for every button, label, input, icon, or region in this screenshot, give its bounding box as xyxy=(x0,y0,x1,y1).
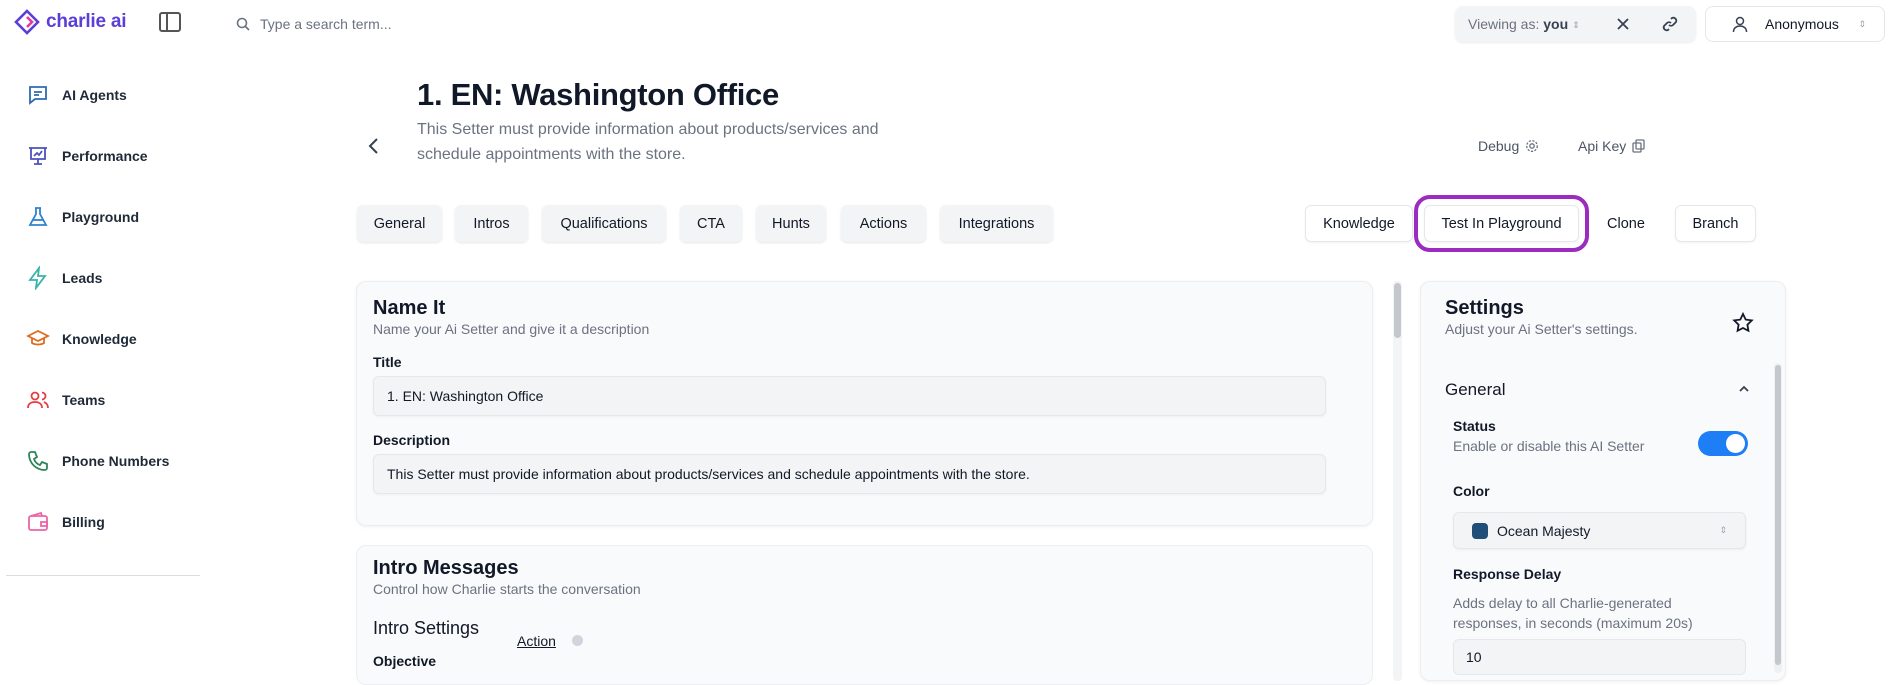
user-name: Anonymous xyxy=(1765,16,1839,32)
status-dot xyxy=(572,635,583,646)
sidebar-item-label: Phone Numbers xyxy=(62,452,170,469)
close-icon[interactable] xyxy=(1614,15,1632,33)
clone-button[interactable]: Clone xyxy=(1589,205,1663,242)
general-group-toggle[interactable]: General xyxy=(1445,380,1505,400)
charlie-logo-icon xyxy=(14,9,40,35)
sidebar-item-phone-numbers[interactable]: Phone Numbers xyxy=(0,430,200,491)
copy-icon xyxy=(1632,139,1645,153)
sidebar-item-label: Knowledge xyxy=(62,330,137,347)
viewing-as-selector[interactable]: Viewing as: you ⇕ xyxy=(1468,16,1580,32)
test-in-playground-button[interactable]: Test In Playground xyxy=(1414,195,1589,252)
sidebar-item-label: Teams xyxy=(62,391,106,408)
settings-heading: Settings xyxy=(1445,297,1524,319)
sidebar-item-teams[interactable]: Teams xyxy=(0,369,200,430)
description-label: Description xyxy=(373,432,451,448)
tab-general[interactable]: General xyxy=(357,205,442,242)
color-select-value: Ocean Majesty xyxy=(1497,522,1591,539)
chat-icon xyxy=(29,85,47,105)
sidebar-item-label: Playground xyxy=(62,208,140,225)
users-icon xyxy=(27,391,49,408)
link-icon[interactable] xyxy=(1661,15,1679,33)
phone-icon xyxy=(28,450,48,471)
response-delay-label: Response Delay xyxy=(1453,566,1562,582)
wallet-icon xyxy=(28,511,48,531)
flask-icon xyxy=(28,206,48,226)
main-scrollbar-track xyxy=(1393,281,1402,681)
chevron-up-down-icon: ⇕ xyxy=(1719,525,1727,535)
toggle-knob xyxy=(1726,434,1745,453)
tab-integrations[interactable]: Integrations xyxy=(940,205,1053,242)
chevron-up-down-icon: ⇕ xyxy=(1572,20,1580,31)
tab-qualifications[interactable]: Qualifications xyxy=(542,205,666,242)
status-description: Enable or disable this AI Setter xyxy=(1453,438,1645,454)
page-description: This Setter must provide information abo… xyxy=(417,121,879,163)
color-select[interactable]: Ocean Majesty ⇕ xyxy=(1453,512,1746,549)
sidebar-item-billing[interactable]: Billing xyxy=(0,491,200,552)
lightning-icon xyxy=(28,265,47,290)
name-it-subheading: Name your Ai Setter and give it a descri… xyxy=(373,321,650,337)
sidebar-item-label: AI Agents xyxy=(62,86,127,103)
objective-label: Objective xyxy=(373,653,437,669)
sidebar-divider xyxy=(6,575,200,576)
response-delay-input[interactable] xyxy=(1453,639,1746,675)
user-icon xyxy=(1732,16,1748,33)
brand-name: charlie ai xyxy=(46,11,127,32)
intro-settings-heading: Intro Settings xyxy=(373,618,480,638)
sidebar-toggle-icon[interactable] xyxy=(159,12,181,32)
search-input[interactable] xyxy=(260,16,680,32)
api-key-button[interactable]: Api Key xyxy=(1578,138,1645,154)
intro-messages-subheading: Control how Charlie starts the conversat… xyxy=(373,581,641,597)
sidebar-item-performance[interactable]: Performance xyxy=(0,125,200,186)
knowledge-button[interactable]: Knowledge xyxy=(1305,205,1413,242)
sidebar-nav: AI Agents Performance Playground Leads K… xyxy=(0,64,200,552)
brand-logo[interactable]: charlie ai xyxy=(14,9,127,35)
viewing-as-value: you xyxy=(1543,16,1569,32)
settings-scrollbar-thumb[interactable] xyxy=(1775,365,1781,665)
sidebar-item-label: Billing xyxy=(62,513,105,530)
search-bar xyxy=(236,10,736,38)
search-icon xyxy=(236,17,250,31)
intro-messages-heading: Intro Messages xyxy=(373,557,519,579)
graduation-cap-icon xyxy=(26,329,50,345)
tab-cta[interactable]: CTA xyxy=(680,205,742,242)
sidebar-item-leads[interactable]: Leads xyxy=(0,247,200,308)
name-it-heading: Name It xyxy=(373,297,446,319)
action-link[interactable]: Action xyxy=(517,633,556,649)
color-swatch xyxy=(1472,522,1488,539)
branch-button[interactable]: Branch xyxy=(1675,205,1756,242)
sidebar-item-knowledge[interactable]: Knowledge xyxy=(0,308,200,369)
sidebar-item-label: Leads xyxy=(62,269,103,286)
description-input[interactable] xyxy=(373,454,1326,494)
settings-subheading: Adjust your Ai Setter's settings. xyxy=(1445,321,1638,337)
sidebar-item-ai-agents[interactable]: AI Agents xyxy=(0,64,200,125)
chevron-up-icon[interactable] xyxy=(1737,382,1751,396)
presentation-chart-icon xyxy=(29,146,47,165)
title-label: Title xyxy=(373,354,402,370)
response-delay-description: Adds delay to all Charlie-generated resp… xyxy=(1453,595,1693,631)
debug-button[interactable]: Debug xyxy=(1478,138,1539,154)
chevron-up-down-icon: ⇕ xyxy=(1858,19,1866,29)
star-icon[interactable] xyxy=(1731,311,1755,335)
viewing-as-control: Viewing as: you ⇕ xyxy=(1455,6,1696,42)
sidebar: charlie ai AI Agents Performance Playgro… xyxy=(0,0,200,677)
viewing-as-prefix: Viewing as: xyxy=(1468,16,1540,32)
debug-label: Debug xyxy=(1478,138,1520,154)
main-scrollbar-thumb[interactable] xyxy=(1394,283,1401,338)
title-input[interactable] xyxy=(373,376,1326,416)
sidebar-item-label: Performance xyxy=(62,147,148,164)
api-key-label: Api Key xyxy=(1578,138,1627,154)
tab-actions[interactable]: Actions xyxy=(841,205,926,242)
color-label: Color xyxy=(1453,483,1490,499)
user-menu-button[interactable]: Anonymous ⇕ xyxy=(1705,6,1885,42)
status-toggle[interactable] xyxy=(1698,431,1748,456)
sidebar-item-playground[interactable]: Playground xyxy=(0,186,200,247)
back-arrow-icon[interactable] xyxy=(366,137,382,155)
tab-intros[interactable]: Intros xyxy=(455,205,528,242)
page-title: 1. EN: Washington Office xyxy=(417,77,779,112)
status-label: Status xyxy=(1453,418,1496,434)
gear-icon xyxy=(1526,140,1539,152)
tab-hunts[interactable]: Hunts xyxy=(756,205,826,242)
